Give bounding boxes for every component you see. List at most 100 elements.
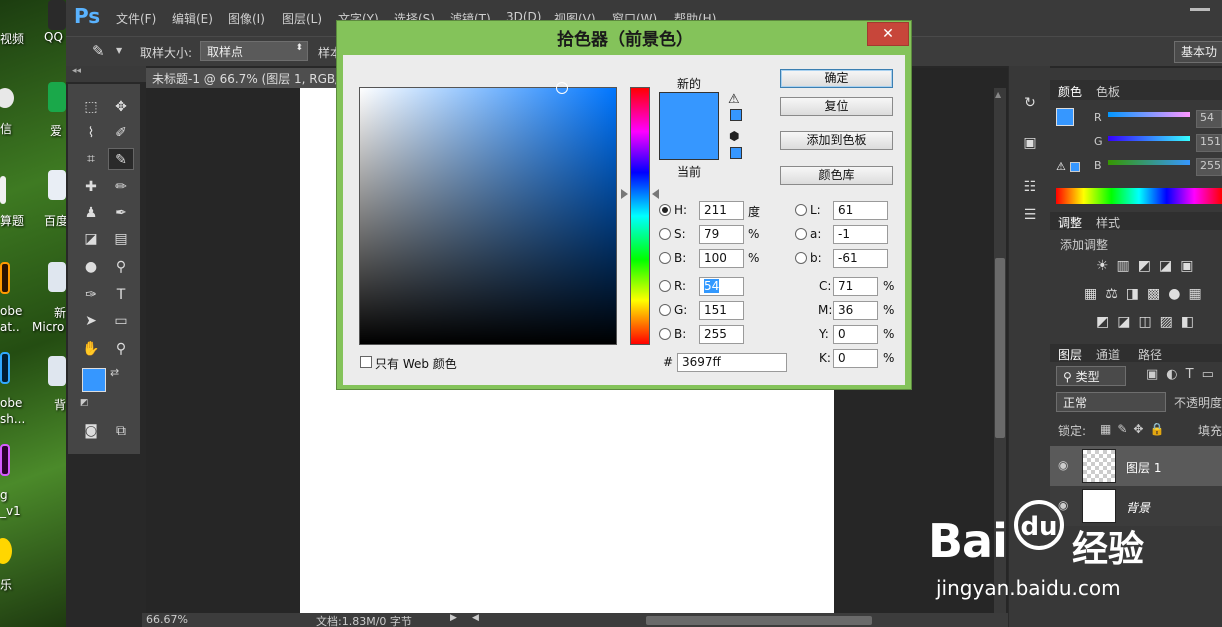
properties-panel-icon[interactable]: ☷: [1017, 176, 1043, 198]
desktop-icon-label[interactable]: 信: [0, 120, 12, 137]
dodge-tool-icon[interactable]: ⚲: [108, 256, 134, 278]
input-lab-b[interactable]: -61: [833, 249, 888, 268]
horizontal-scrollbar-thumb[interactable]: [646, 616, 872, 625]
quick-mask-icon[interactable]: ◙: [78, 420, 104, 442]
swap-colors-icon[interactable]: ⇄: [110, 366, 119, 379]
tab-paths[interactable]: 路径: [1138, 346, 1162, 363]
brush-tool-icon[interactable]: ✏: [108, 176, 134, 198]
zoom-tool-icon[interactable]: ⚲: [108, 338, 134, 360]
marquee-tool-icon[interactable]: ⬚: [78, 96, 104, 118]
app-icon[interactable]: [0, 176, 6, 204]
web-safe-cube-icon[interactable]: ⬢: [729, 129, 739, 143]
foreground-color-swatch[interactable]: [82, 368, 106, 392]
minimize-icon[interactable]: [1190, 8, 1210, 11]
adjustment-icons-row2[interactable]: ▦⚖◨▩●▦: [1084, 286, 1210, 302]
status-arrow-icon[interactable]: ▶: [450, 613, 457, 623]
input-k[interactable]: 0: [833, 349, 878, 368]
stamp-tool-icon[interactable]: ♟: [78, 202, 104, 224]
radio-rgb-b[interactable]: [659, 328, 671, 340]
desktop-icon-label[interactable]: 算题: [0, 212, 24, 229]
toolbox-collapse-icon[interactable]: ◂◂: [66, 66, 146, 82]
3d-panel-icon[interactable]: ▣: [1017, 132, 1043, 154]
input-y[interactable]: 0: [833, 325, 878, 344]
eyedropper-icon[interactable]: ✎: [92, 42, 105, 60]
tab-adjustments[interactable]: 调整: [1058, 214, 1082, 231]
desktop-icon-label[interactable]: 背: [54, 396, 66, 413]
adobe-app-icon[interactable]: [0, 444, 10, 476]
layer-filter-select[interactable]: ⚲ 类型: [1056, 366, 1126, 386]
menu-edit[interactable]: 编辑(E): [172, 10, 213, 27]
desktop-icon-label[interactable]: 爱: [50, 122, 62, 139]
tab-layers[interactable]: 图层: [1058, 346, 1082, 363]
lock-icons[interactable]: ▦✎✥🔒: [1100, 422, 1170, 436]
desktop-icon-label[interactable]: QQ: [44, 30, 63, 44]
radio-a[interactable]: [795, 228, 807, 240]
websafe-chip[interactable]: [1070, 162, 1080, 172]
color-libraries-button[interactable]: 颜色库: [780, 166, 893, 185]
fg-color-chip[interactable]: [1056, 108, 1074, 126]
tab-styles[interactable]: 样式: [1096, 214, 1120, 231]
screen-mode-icon[interactable]: ⧉: [108, 420, 134, 442]
web-only-checkbox[interactable]: [360, 356, 372, 368]
hand-tool-icon[interactable]: ✋: [78, 338, 104, 360]
input-s[interactable]: 79: [699, 225, 744, 244]
input-m[interactable]: 36: [833, 301, 878, 320]
gamut-warning-icon[interactable]: ⚠: [1056, 160, 1066, 173]
color-marker-icon[interactable]: [556, 82, 568, 94]
healing-tool-icon[interactable]: ✚: [78, 176, 104, 198]
hscroll-left-icon[interactable]: ◀: [472, 613, 479, 623]
radio-lab-b[interactable]: [795, 252, 807, 264]
default-colors-icon[interactable]: ◩: [80, 398, 89, 408]
hue-slider[interactable]: [630, 87, 650, 345]
music-icon[interactable]: [0, 538, 12, 564]
gradient-tool-icon[interactable]: ▤: [108, 228, 134, 250]
add-to-swatches-button[interactable]: 添加到色板: [780, 131, 893, 150]
radio-l[interactable]: [795, 204, 807, 216]
ok-button[interactable]: 确定: [780, 69, 893, 88]
value-g[interactable]: 151: [1196, 134, 1222, 152]
tab-color[interactable]: 颜色: [1058, 83, 1082, 100]
input-g[interactable]: 151: [699, 301, 744, 320]
qq-icon[interactable]: [48, 0, 66, 30]
move-tool-icon[interactable]: ✥: [108, 96, 134, 118]
radio-h[interactable]: [659, 204, 671, 216]
blend-mode-select[interactable]: 正常: [1056, 392, 1166, 412]
layer-row-1[interactable]: ◉ 图层 1: [1050, 446, 1222, 486]
hex-input[interactable]: 3697ff: [677, 353, 787, 372]
pen-tool-icon[interactable]: ✑: [78, 284, 104, 306]
web-only-label[interactable]: 只有 Web 颜色: [375, 355, 457, 372]
quick-select-tool-icon[interactable]: ✐: [108, 122, 134, 144]
path-select-tool-icon[interactable]: ➤: [78, 310, 104, 332]
input-rgb-b[interactable]: 255: [699, 325, 744, 344]
color-ramp[interactable]: [1056, 188, 1222, 204]
iqiyi-icon[interactable]: [48, 82, 66, 112]
layer-name[interactable]: 背景: [1126, 499, 1150, 516]
radio-b[interactable]: [659, 252, 671, 264]
word-doc-icon[interactable]: [48, 356, 66, 386]
desktop-icon-label[interactable]: 乐: [0, 576, 12, 593]
slider-g[interactable]: [1108, 136, 1190, 141]
chevron-down-icon[interactable]: ▼: [116, 46, 122, 55]
slider-b[interactable]: [1108, 160, 1190, 165]
baidu-icon[interactable]: [48, 170, 66, 200]
notes-panel-icon[interactable]: ☰: [1017, 204, 1043, 226]
blur-tool-icon[interactable]: ●: [78, 256, 104, 278]
slider-r[interactable]: [1108, 112, 1190, 117]
history-brush-icon[interactable]: ✒: [108, 202, 134, 224]
radio-s[interactable]: [659, 228, 671, 240]
layer-name[interactable]: 图层 1: [1126, 459, 1161, 476]
history-panel-icon[interactable]: ↻: [1017, 92, 1043, 114]
saturation-brightness-field[interactable]: [359, 82, 617, 345]
input-c[interactable]: 71: [833, 277, 878, 296]
scroll-up-icon[interactable]: ▲: [995, 90, 1001, 99]
desktop-icon-label[interactable]: obe: [0, 304, 22, 318]
tab-swatches[interactable]: 色板: [1096, 83, 1120, 100]
visibility-eye-icon[interactable]: ◉: [1058, 458, 1068, 472]
shape-tool-icon[interactable]: ▭: [108, 310, 134, 332]
wechat-icon[interactable]: [0, 88, 14, 108]
workspace-select[interactable]: 基本功: [1174, 41, 1222, 63]
menu-image[interactable]: 图像(I): [228, 10, 265, 27]
adjustment-icons-row3[interactable]: ◩◪◫▨◧: [1096, 314, 1202, 330]
crop-tool-icon[interactable]: ⌗: [78, 148, 104, 170]
tab-channels[interactable]: 通道: [1096, 346, 1120, 363]
